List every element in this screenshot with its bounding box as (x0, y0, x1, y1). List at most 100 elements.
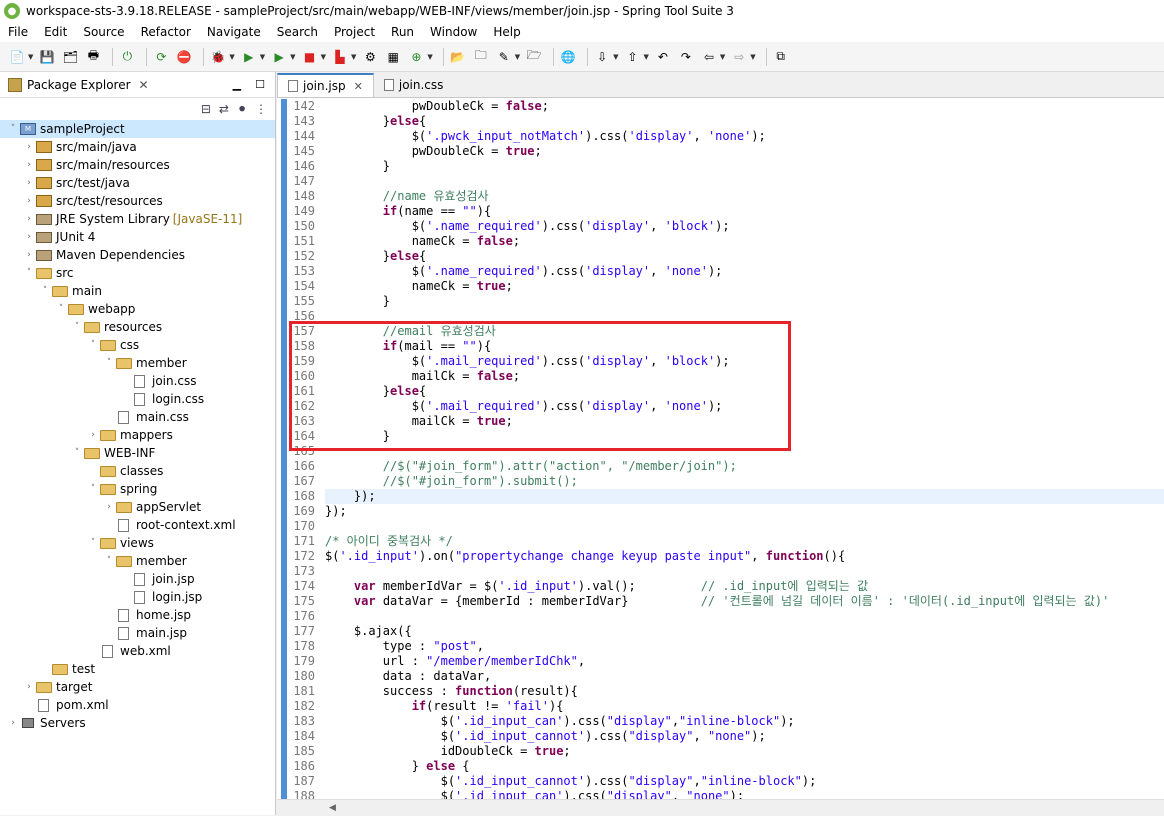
code-line[interactable]: 172 $('.id_input').on("propertychange cha… (277, 549, 1164, 564)
chevron-down-icon[interactable]: ˅ (86, 340, 100, 350)
code-line[interactable]: 155 } (277, 294, 1164, 309)
code-line[interactable]: 174 var memberIdVar = $('.id_input').val… (277, 579, 1164, 594)
code-editor[interactable]: 142 pwDoubleCk = false; 143 }else{144 $('… (277, 99, 1164, 799)
code-line[interactable]: 152 }else{ (277, 249, 1164, 264)
tree-item[interactable]: main.css (0, 408, 275, 426)
save-all-icon[interactable]: 🗂 (61, 48, 79, 66)
tree-item[interactable]: ˅ WEB-INF (0, 444, 275, 462)
menu-source[interactable]: Source (75, 25, 132, 39)
chevron-right-icon[interactable]: › (22, 214, 36, 224)
last-edit-icon[interactable]: ↶ (654, 48, 672, 66)
tree-item[interactable]: home.jsp (0, 606, 275, 624)
globe-icon[interactable]: 🌐 (559, 48, 577, 66)
code-line[interactable]: 182 if(result != 'fail'){ (277, 699, 1164, 714)
code-line[interactable]: 186 } else { (277, 759, 1164, 774)
tree-item[interactable]: login.jsp (0, 588, 275, 606)
code-line[interactable]: 181 success : function(result){ (277, 684, 1164, 699)
code-line[interactable]: 144 $('.pwck_input_notMatch').css('displ… (277, 129, 1164, 144)
perspective-icon[interactable]: ⧉ (772, 48, 790, 66)
chevron-down-icon[interactable]: ˅ (86, 484, 100, 494)
code-line[interactable]: 173 (277, 564, 1164, 579)
menu-search[interactable]: Search (269, 25, 326, 39)
tree-item[interactable]: › src/test/resources (0, 192, 275, 210)
focus-icon[interactable]: ⚫ (237, 102, 247, 116)
tree-item[interactable]: test (0, 660, 275, 678)
tree-item[interactable]: › src/test/java (0, 174, 275, 192)
code-line[interactable]: 157 //email 유효성검사 (277, 324, 1164, 339)
tree-item[interactable]: pom.xml (0, 696, 275, 714)
tree-item[interactable]: join.jsp (0, 570, 275, 588)
debug-icon[interactable]: 🐞 (209, 48, 227, 66)
code-line[interactable]: 178 type : "post", (277, 639, 1164, 654)
pen-icon[interactable]: ✎ (495, 48, 513, 66)
code-line[interactable]: 146 } (277, 159, 1164, 174)
close-icon[interactable]: ✕ (354, 80, 363, 93)
tree-item[interactable]: › target (0, 678, 275, 696)
code-line[interactable]: 154 nameCk = true; (277, 279, 1164, 294)
code-line[interactable]: 164 } (277, 429, 1164, 444)
menu-help[interactable]: Help (485, 25, 528, 39)
refresh-icon[interactable]: ⟳ (152, 48, 170, 66)
tree-item[interactable]: › Servers (0, 714, 275, 732)
code-line[interactable]: 162 $('.mail_required').css('display', '… (277, 399, 1164, 414)
tree-item[interactable]: › mappers (0, 426, 275, 444)
tree-item[interactable]: › src/main/resources (0, 156, 275, 174)
tree-item[interactable]: › JRE System Library [JavaSE-11] (0, 210, 275, 228)
menu-refactor[interactable]: Refactor (133, 25, 199, 39)
code-line[interactable]: 180 data : dataVar, (277, 669, 1164, 684)
collapse-all-icon[interactable]: ⊟ (201, 102, 211, 116)
chevron-right-icon[interactable]: › (22, 142, 36, 152)
code-line[interactable]: 168 }); (293, 489, 1164, 504)
new-icon[interactable]: 📄 (8, 48, 26, 66)
chevron-right-icon[interactable]: › (22, 250, 36, 260)
save-icon[interactable]: 💾 (38, 48, 56, 66)
chevron-down-icon[interactable]: ˅ (70, 448, 84, 458)
code-line[interactable]: 149 if(name == ""){ (277, 204, 1164, 219)
code-line[interactable]: 187 $('.id_input_cannot').css("display",… (277, 774, 1164, 789)
code-line[interactable]: 179 url : "/member/memberIdChk", (277, 654, 1164, 669)
tree-item[interactable]: login.css (0, 390, 275, 408)
menu-edit[interactable]: Edit (36, 25, 75, 39)
chevron-right-icon[interactable]: › (22, 232, 36, 242)
gear-icon[interactable]: ⚙ (361, 48, 379, 66)
tree-item[interactable]: web.xml (0, 642, 275, 660)
code-line[interactable]: 156 (277, 309, 1164, 324)
package-icon[interactable]: ▦ (384, 48, 402, 66)
back-icon[interactable]: ⇦ (700, 48, 718, 66)
deploy-icon[interactable]: ▙ (331, 48, 349, 66)
tree-item[interactable]: ˅ src (0, 264, 275, 282)
chevron-down-icon[interactable]: ˅ (70, 322, 84, 332)
tab-join-jsp[interactable]: join.jsp ✕ (277, 73, 374, 97)
open-folder-icon[interactable]: 🗀 (472, 48, 490, 66)
menu-file[interactable]: File (0, 25, 36, 39)
code-line[interactable]: 166 //$("#join_form").attr("action", "/m… (277, 459, 1164, 474)
open-type-icon[interactable]: 📂 (449, 48, 467, 66)
minimize-icon[interactable]: ▁ (233, 78, 241, 91)
maximize-icon[interactable]: ☐ (255, 78, 265, 91)
code-line[interactable]: 153 $('.name_required').css('display', '… (277, 264, 1164, 279)
code-line[interactable]: 183 $('.id_input_can').css("display","in… (277, 714, 1164, 729)
code-line[interactable]: 145 pwDoubleCk = true; (277, 144, 1164, 159)
tree-item[interactable]: › src/main/java (0, 138, 275, 156)
power-icon[interactable]: ⏻ (118, 48, 136, 66)
chevron-right-icon[interactable]: › (22, 178, 36, 188)
code-line[interactable]: 188 $('.id_input_can').css("display", "n… (277, 789, 1164, 799)
chevron-right-icon[interactable]: › (22, 196, 36, 206)
tree-item[interactable]: ˅ main (0, 282, 275, 300)
close-icon[interactable]: ✕ (139, 78, 149, 92)
chevron-down-icon[interactable]: ˅ (102, 358, 116, 368)
chevron-down-icon[interactable]: ˅ (54, 304, 68, 314)
code-line[interactable]: 165 (277, 444, 1164, 459)
code-line[interactable]: 151 nameCk = false; (277, 234, 1164, 249)
code-line[interactable]: 160 mailCk = false; (277, 369, 1164, 384)
code-line[interactable]: 185 idDoubleCk = true; (277, 744, 1164, 759)
forward-icon[interactable]: ⇨ (730, 48, 748, 66)
code-line[interactable]: 163 mailCk = true; (277, 414, 1164, 429)
code-line[interactable]: 175 var dataVar = {memberId : memberIdVa… (277, 594, 1164, 609)
last-edit-forward-icon[interactable]: ↷ (677, 48, 695, 66)
tree-item[interactable]: ˅ views (0, 534, 275, 552)
link-with-editor-icon[interactable]: ⇄ (219, 102, 229, 116)
code-line[interactable]: 176 (277, 609, 1164, 624)
code-line[interactable]: 170 (277, 519, 1164, 534)
tree-item[interactable]: › JUnit 4 (0, 228, 275, 246)
